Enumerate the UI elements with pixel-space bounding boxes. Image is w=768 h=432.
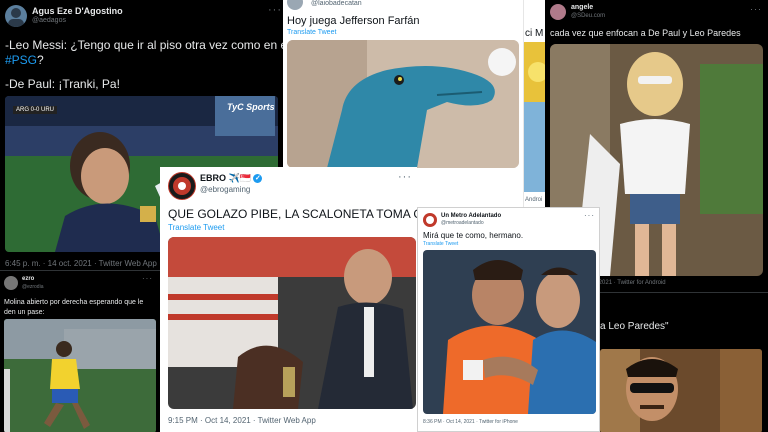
verified-icon: ✓ — [253, 174, 263, 184]
author-name[interactable]: EBRO ✈️🇸🇬 ✓ — [200, 173, 263, 184]
author-handle[interactable]: @laiobadecatan — [311, 0, 362, 7]
tweet-image-dinosaur[interactable] — [287, 40, 519, 168]
tweet-image-paredes[interactable] — [600, 349, 762, 432]
tweet-text: Mirá que te como, hermano. — [423, 231, 524, 240]
tweet-text: ? — [37, 53, 44, 67]
more-options-icon[interactable]: ··· — [142, 274, 153, 283]
author-name[interactable]: Un Metro Adelantado — [441, 213, 501, 219]
tweet-text-fragment: a Leo Paredes" — [600, 321, 669, 332]
avatar[interactable] — [423, 213, 437, 227]
tweet-image-neymar[interactable] — [4, 319, 156, 432]
display-name[interactable]: EBRO — [200, 173, 226, 183]
tweet-text: -Leo Messi: ¿Tengo que ir al piso otra v… — [5, 38, 283, 52]
author-handle[interactable]: @SDeu.com — [571, 13, 605, 19]
author-handle[interactable]: @ebrogaming — [200, 185, 250, 194]
tweet-footer-fragment: Androi — [525, 197, 543, 203]
avatar[interactable] — [4, 276, 18, 290]
scaloni-photo — [168, 237, 416, 409]
author-handle[interactable]: @ezrodia — [22, 284, 43, 290]
more-options-icon[interactable]: ··· — [268, 4, 282, 16]
tweet-neymar-card[interactable]: ezro @ezrodia ··· Molina abierto por der… — [0, 270, 160, 432]
tweet-footer: 9:15 PM · Oct 14, 2021 · Twitter Web App — [168, 416, 316, 425]
more-options-icon[interactable]: ··· — [584, 211, 595, 220]
tweet-text: QUE GOLAZO PIBE, LA SCALONETA TOMA G — [168, 207, 417, 221]
translate-link[interactable]: Translate Tweet — [287, 29, 336, 36]
tweet-footer: 6:45 p. m. · 14 oct. 2021 · Twitter Web … — [5, 259, 157, 268]
sunglasses-man-photo — [600, 349, 762, 432]
tweet-text-fragment: ci M — [525, 28, 544, 39]
tweet-text-line-2: #PSG? — [5, 53, 44, 67]
channel-logo: TyC Sports — [227, 102, 275, 112]
tweet-text: cada vez que enfocan a De Paul y Leo Par… — [550, 28, 741, 38]
more-options-icon[interactable]: ··· — [750, 4, 762, 14]
dibu-depaul-photo — [423, 250, 596, 414]
tweet-farfan-card[interactable]: @laiobadecatan Hoy juega Jefferson Farfá… — [283, 0, 523, 170]
neymar-photo — [4, 319, 156, 432]
hashtag-link[interactable]: #PSG — [5, 53, 37, 67]
tweet-text: Hoy juega Jefferson Farfán — [287, 15, 420, 27]
avatar[interactable] — [5, 5, 27, 27]
tweet-text-line-1: -Leo Messi: ¿Tengo que ir al piso otra v… — [5, 38, 283, 52]
tweet-ebro-card[interactable]: EBRO ✈️🇸🇬 ✓ @ebrogaming ··· QUE GOLAZO P… — [160, 167, 417, 432]
translate-link[interactable]: Translate Tweet — [423, 241, 458, 247]
dinosaur-toy-photo — [287, 40, 519, 168]
name-emoji: ✈️🇸🇬 — [228, 173, 251, 183]
avatar[interactable] — [168, 172, 196, 200]
tweet-metro-card[interactable]: Un Metro Adelantado @metroadelantado ···… — [417, 207, 600, 432]
more-options-icon[interactable]: ··· — [398, 171, 412, 183]
author-name[interactable]: Agus Eze D'Agostino — [32, 6, 123, 16]
author-name[interactable]: ezro — [22, 276, 34, 282]
translate-link[interactable]: Translate Tweet — [168, 223, 224, 232]
tweet-image-scaloni[interactable] — [168, 237, 416, 409]
tweet-footer: 8:36 PM · Oct 14, 2021 · Twitter for iPh… — [423, 419, 518, 425]
tweet-text-line-3: -De Paul: ¡Tranki, Pa! — [5, 77, 120, 91]
tweet-image-dibu-depaul[interactable] — [423, 250, 596, 414]
score-overlay: ARG 0-0 URU — [13, 106, 58, 114]
author-handle[interactable]: @metroadelantado — [441, 220, 484, 226]
avatar[interactable] — [287, 0, 303, 10]
author-handle[interactable]: @aedagos — [32, 17, 66, 24]
tweet-text: Molina abierto por derecha esperando que… — [4, 299, 144, 316]
author-name[interactable]: angele — [571, 4, 593, 11]
avatar[interactable] — [550, 4, 566, 20]
tweet-paredes-card[interactable]: a Leo Paredes" — [600, 292, 768, 432]
